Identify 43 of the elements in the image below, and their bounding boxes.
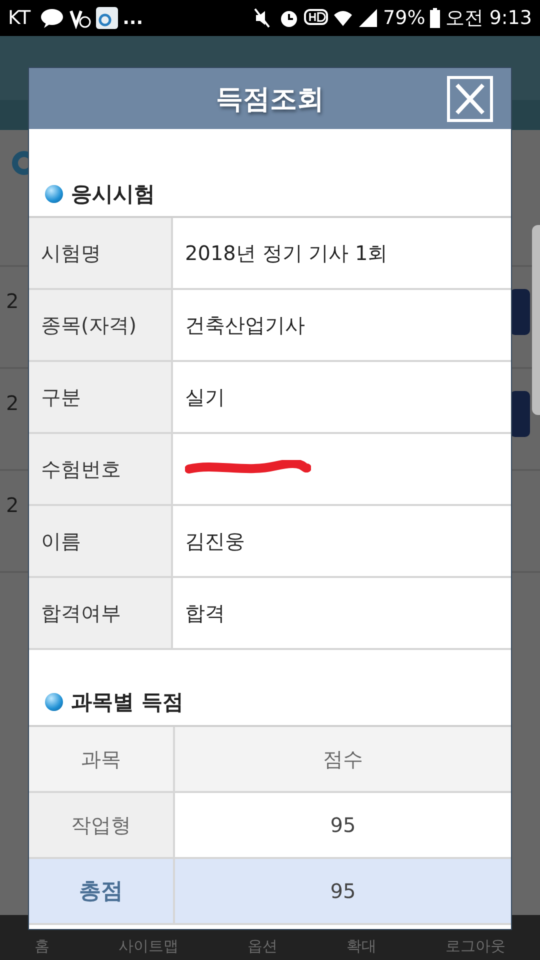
row-value: 김진웅 xyxy=(185,528,245,554)
chat-bubble-icon xyxy=(40,8,64,28)
battery-percent: 79% xyxy=(383,7,426,29)
nav-item[interactable]: 옵션 xyxy=(248,937,278,956)
row-label: 이름 xyxy=(29,506,173,576)
hd-icon xyxy=(304,9,328,27)
row-value: 건축산업기사 xyxy=(185,312,305,338)
bullet-icon xyxy=(45,184,63,202)
alarm-icon xyxy=(279,8,300,28)
section-title: 과목별 득점 xyxy=(71,688,184,716)
signal-icon xyxy=(358,8,378,28)
column-header: 점수 xyxy=(175,727,511,791)
app-icon xyxy=(96,7,118,29)
table-cell: 2 xyxy=(6,289,19,313)
total-score: 95 xyxy=(329,878,357,905)
nav-item[interactable]: 확대 xyxy=(346,937,376,956)
column-header: 과목 xyxy=(29,727,175,791)
table-cell: 2 xyxy=(6,493,19,517)
view-button[interactable] xyxy=(510,289,530,335)
nav-item[interactable]: 사이트맵 xyxy=(118,937,178,956)
subject-cell: 작업형 xyxy=(29,793,175,857)
clock: 오전 9:13 xyxy=(445,6,532,31)
section-title: 응시시험 xyxy=(71,180,155,208)
nav-item[interactable]: 홈 xyxy=(34,937,50,956)
bullet-icon xyxy=(45,692,63,710)
nav-item[interactable]: 로그아웃 xyxy=(446,937,506,956)
table-cell: 2 xyxy=(6,391,19,415)
row-label: 시험명 xyxy=(29,218,173,288)
carrier-name: KT xyxy=(8,7,31,29)
battery-icon xyxy=(430,8,440,28)
wifi-icon xyxy=(333,8,354,28)
more-notifications: ... xyxy=(122,8,144,28)
row-value: 합격 xyxy=(185,600,225,626)
row-label: 수험번호 xyxy=(29,434,173,504)
close-icon[interactable] xyxy=(447,76,493,122)
score-cell-text: 95 xyxy=(329,812,357,839)
row-value: 실기 xyxy=(185,384,225,410)
dialog-title: 득점조회 xyxy=(216,82,324,116)
row-label: 구분 xyxy=(29,362,173,432)
row-label: 합격여부 xyxy=(29,578,173,648)
row-label: 종목(자격) xyxy=(29,290,173,360)
view-button[interactable] xyxy=(510,391,530,437)
row-value: 2018년 정기 기사 1회 xyxy=(185,240,388,266)
